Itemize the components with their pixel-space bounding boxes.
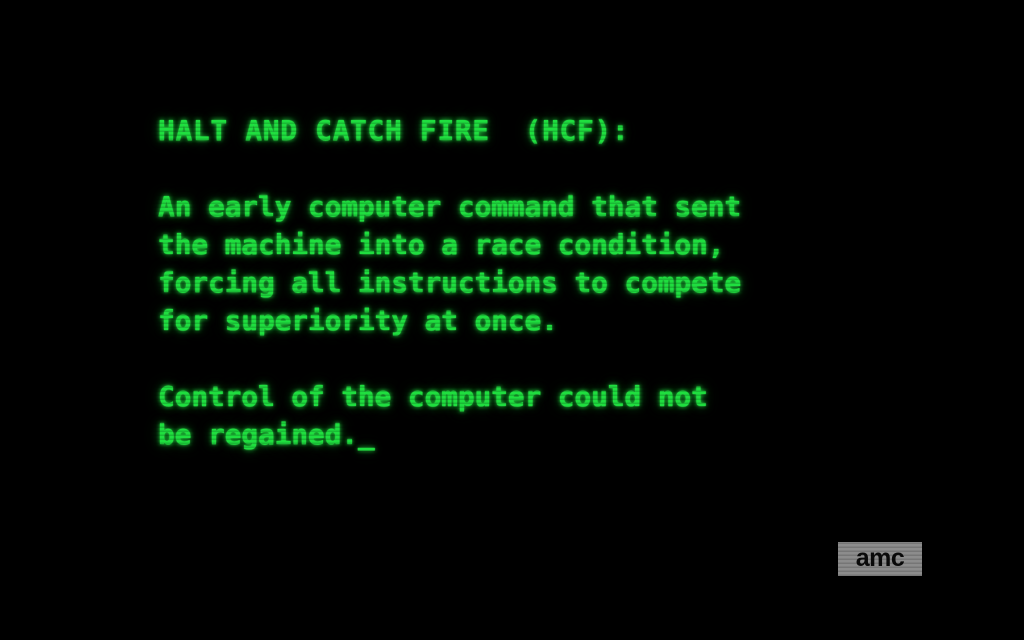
definition-line-2: the machine into a race condition, <box>158 228 725 261</box>
consequence-line-2: be regained. <box>158 418 358 451</box>
consequence-line-1: Control of the computer could not <box>158 380 708 413</box>
crt-screen: HALT AND CATCH FIRE (HCF): An early comp… <box>0 0 1024 640</box>
amc-network-logo: amc <box>838 542 922 576</box>
amc-logo-text: amc <box>855 543 905 572</box>
consequence-line-2-row: be regained._ <box>158 416 958 454</box>
terminal-text-block: HALT AND CATCH FIRE (HCF): An early comp… <box>158 112 958 454</box>
definition-line-4: for superiority at once. <box>158 304 558 337</box>
terminal-title: HALT AND CATCH FIRE (HCF): <box>158 114 630 147</box>
terminal-cursor: _ <box>357 418 375 451</box>
definition-line-1: An early computer command that sent <box>158 190 742 223</box>
definition-line-3: forcing all instructions to compete <box>158 266 742 299</box>
